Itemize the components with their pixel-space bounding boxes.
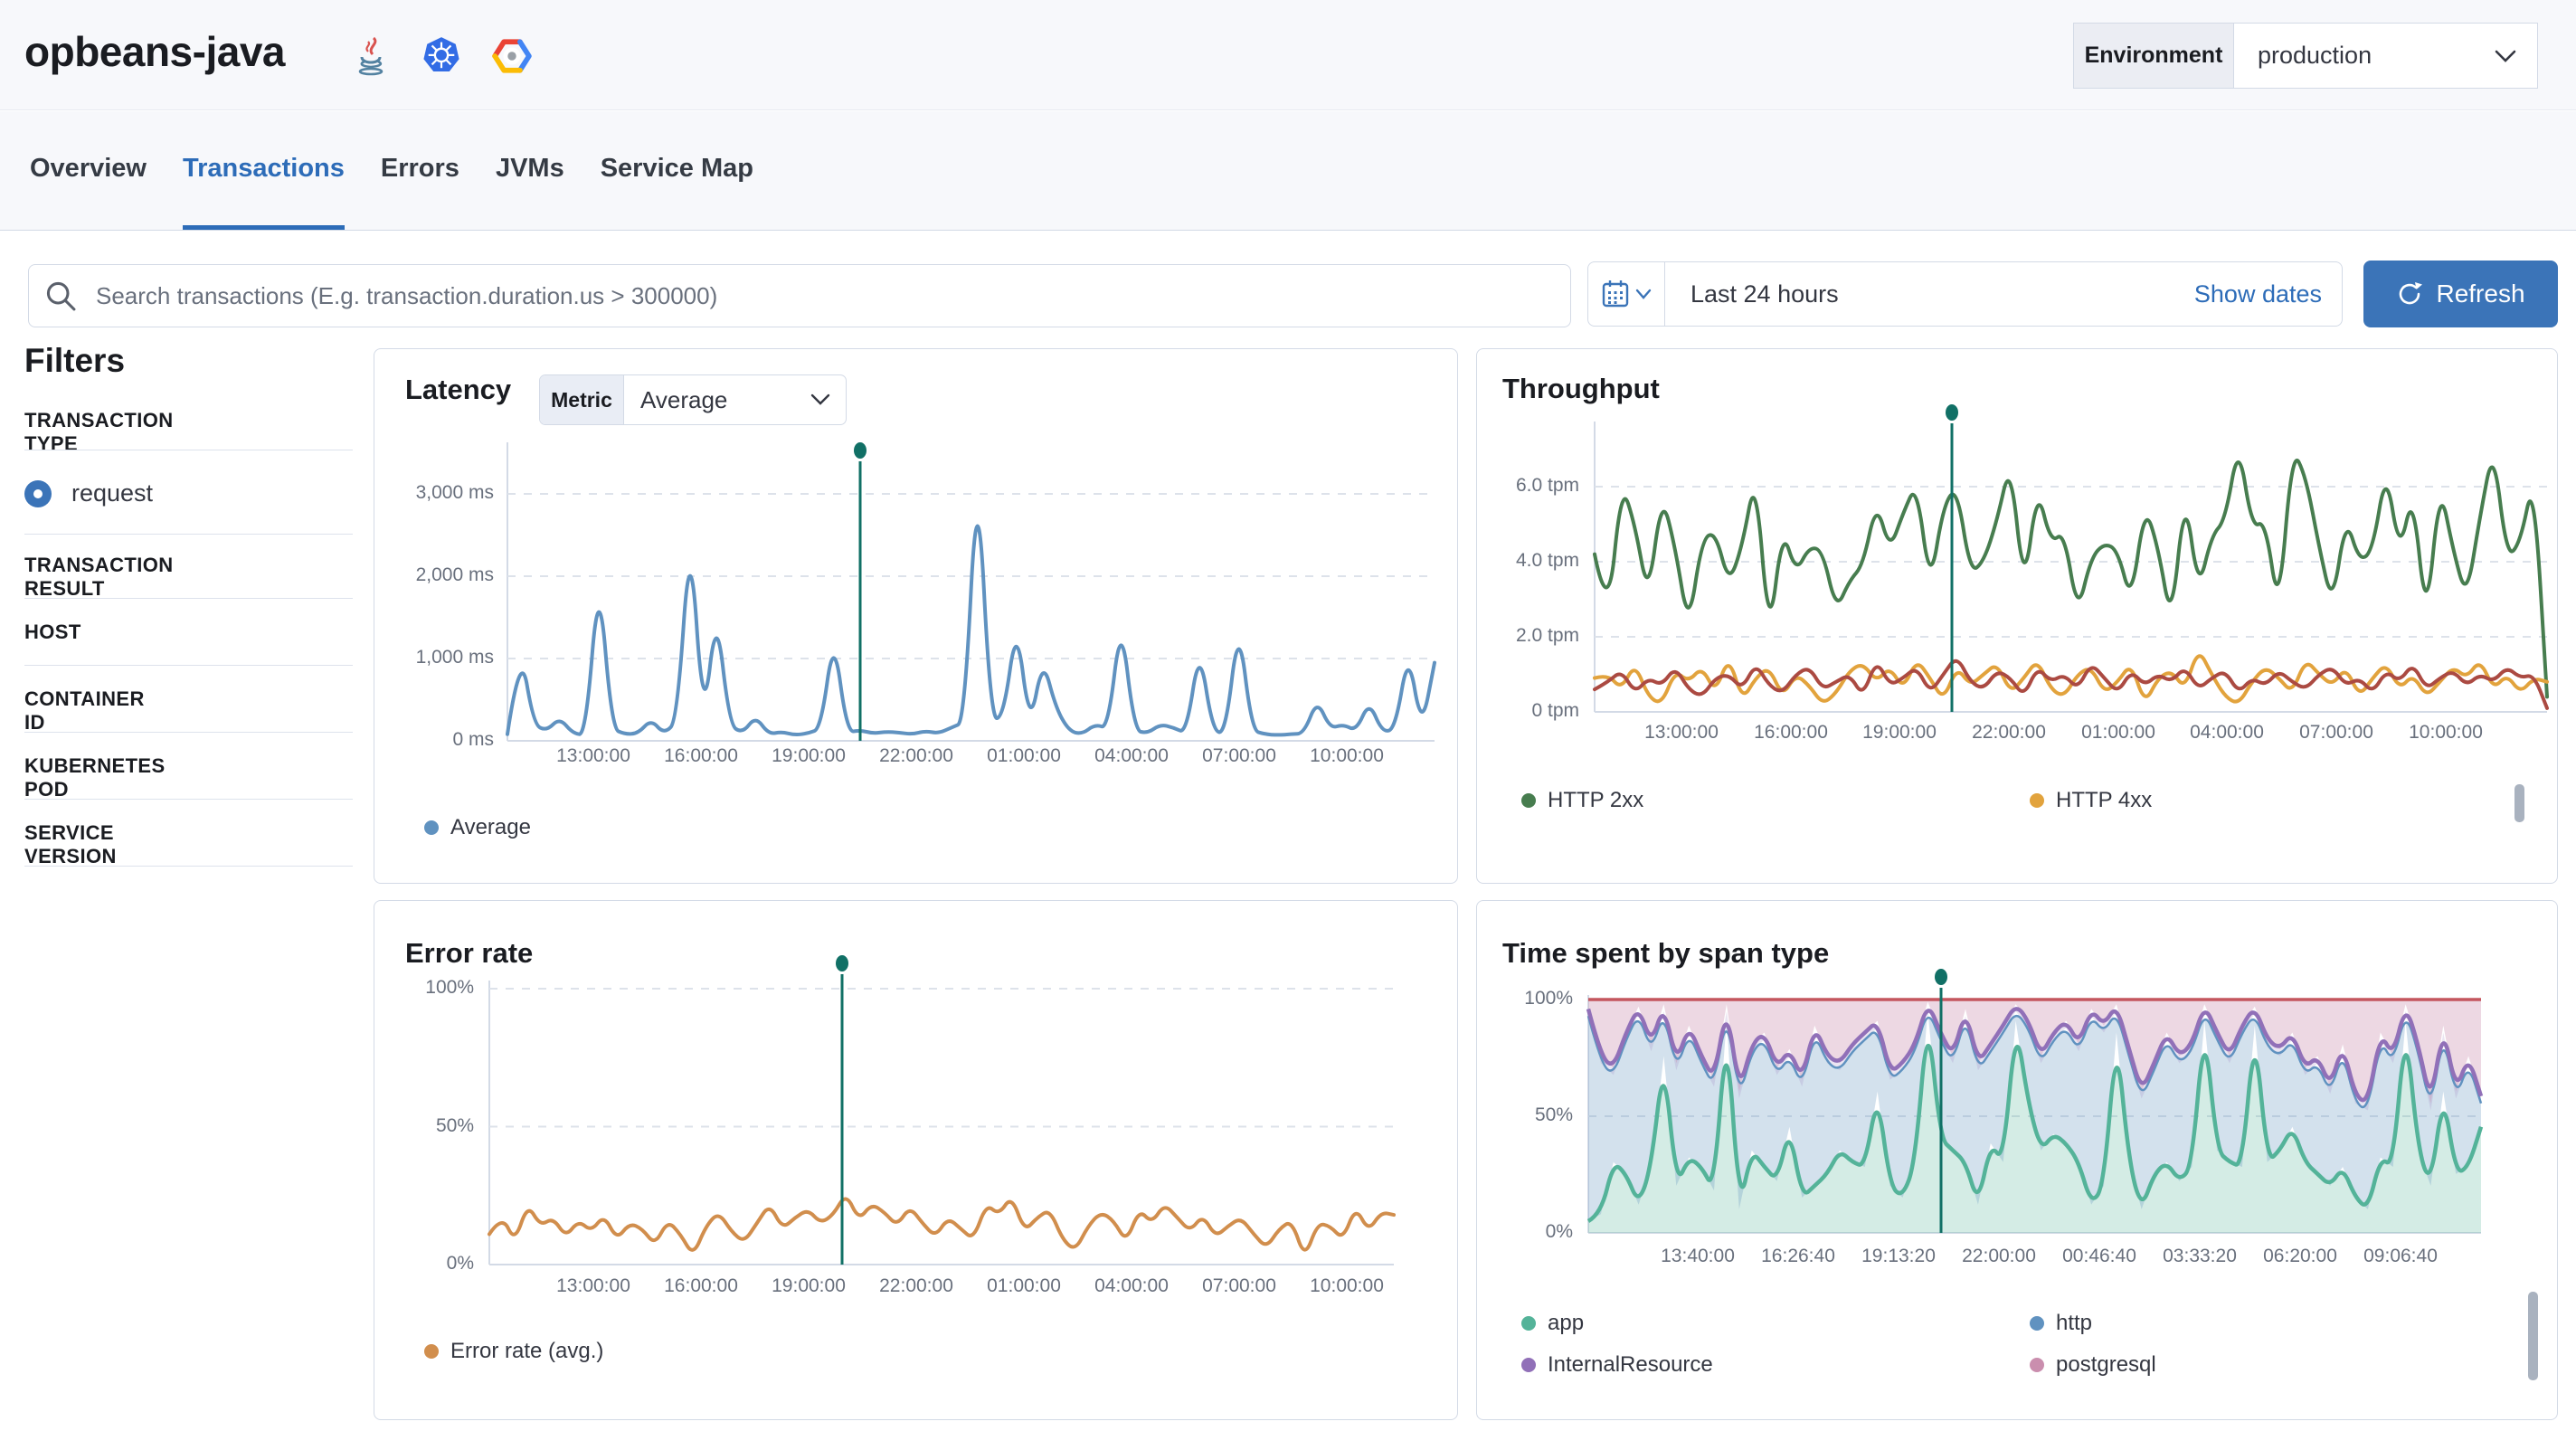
x-axis-tick-label: 19:00:00 bbox=[1836, 722, 1963, 744]
legend-item-average[interactable]: Average bbox=[424, 814, 531, 841]
environment-select-label: Environment bbox=[2074, 24, 2234, 88]
y-axis-tick-label: 6.0 tpm bbox=[1444, 475, 1579, 497]
refresh-icon bbox=[2396, 280, 2423, 308]
legend-item-http[interactable]: http bbox=[2030, 1310, 2092, 1337]
tab-transactions[interactable]: Transactions bbox=[183, 111, 345, 230]
x-axis-tick-label: 10:00:00 bbox=[1283, 1275, 1410, 1297]
legend-label: Error rate (avg.) bbox=[450, 1339, 603, 1364]
chevron-down-icon bbox=[1635, 288, 1652, 300]
chevron-down-icon bbox=[2494, 24, 2537, 88]
x-axis-tick-label: 22:00:00 bbox=[1946, 722, 2072, 744]
legend-item-postgresql[interactable]: postgresql bbox=[2030, 1351, 2156, 1379]
x-axis-tick-label: 01:00:00 bbox=[2055, 722, 2182, 744]
time-range-label[interactable]: Last 24 hours bbox=[1690, 280, 1839, 308]
legend-label: Average bbox=[450, 815, 531, 840]
search-input[interactable] bbox=[28, 264, 1571, 327]
environment-select[interactable]: Environment production bbox=[2073, 23, 2538, 89]
search-icon bbox=[44, 280, 79, 314]
legend-item-http-2xx[interactable]: HTTP 2xx bbox=[1521, 787, 1643, 814]
legend-label: InternalResource bbox=[1548, 1352, 1713, 1378]
time-spent-chart-canvas[interactable] bbox=[1477, 901, 2559, 1421]
legend-label: app bbox=[1548, 1311, 1584, 1336]
filter-option-request[interactable]: request bbox=[24, 479, 153, 507]
google-cloud-icon bbox=[492, 36, 532, 76]
y-axis-tick-label: 0 tpm bbox=[1444, 700, 1579, 722]
legend-dot-icon bbox=[2030, 1358, 2044, 1372]
page-header: opbeans-java Environment production bbox=[0, 0, 2576, 110]
tab-service-map[interactable]: Service Map bbox=[601, 111, 753, 230]
environment-select-value: production bbox=[2234, 24, 2494, 88]
y-axis-tick-label: 50% bbox=[338, 1115, 474, 1137]
java-icon bbox=[353, 36, 393, 76]
y-axis-tick-label: 1,000 ms bbox=[358, 647, 494, 668]
x-axis-tick-label: 07:00:00 bbox=[2273, 722, 2400, 744]
x-axis-tick-label: 09:06:40 bbox=[2337, 1246, 2464, 1267]
calendar-icon bbox=[1601, 279, 1630, 309]
y-axis-tick-label: 0% bbox=[1437, 1221, 1573, 1243]
legend-dot-icon bbox=[1521, 1316, 1536, 1331]
refresh-button[interactable]: Refresh bbox=[2363, 261, 2558, 327]
date-picker: Last 24 hours Show dates bbox=[1587, 261, 2343, 327]
legend-dot-icon bbox=[1521, 793, 1536, 808]
time-spent-by-span-type-panel: Time spent by span type app http Interna… bbox=[1476, 900, 2558, 1420]
calendar-button[interactable] bbox=[1588, 262, 1665, 326]
search-transactions-field bbox=[28, 264, 1571, 327]
divider bbox=[24, 799, 353, 800]
latency-panel: Latency Metric Average Average 13:00:001… bbox=[374, 348, 1458, 884]
x-axis-tick-label: 04:00:00 bbox=[2164, 722, 2290, 744]
x-axis-tick-label: 10:00:00 bbox=[1283, 745, 1410, 767]
divider bbox=[24, 866, 353, 867]
y-axis-tick-label: 3,000 ms bbox=[358, 482, 494, 504]
service-name-title: opbeans-java bbox=[24, 27, 285, 76]
filter-section-kubernetes-pod: KUBERNETES POD bbox=[24, 754, 166, 801]
legend-item-app[interactable]: app bbox=[1521, 1310, 1584, 1337]
legend-label: http bbox=[2056, 1311, 2092, 1336]
legend-dot-icon bbox=[2030, 1316, 2044, 1331]
divider bbox=[24, 665, 353, 666]
y-axis-tick-label: 2,000 ms bbox=[358, 564, 494, 586]
legend-scrollbar[interactable] bbox=[2528, 1292, 2538, 1380]
legend-scrollbar[interactable] bbox=[2514, 784, 2524, 822]
divider bbox=[24, 534, 353, 535]
legend-dot-icon bbox=[424, 1344, 439, 1359]
legend-dot-icon bbox=[1521, 1358, 1536, 1372]
filter-option-label: request bbox=[71, 479, 153, 507]
legend-dot-icon bbox=[2030, 793, 2044, 808]
filter-section-container-id: CONTAINER ID bbox=[24, 687, 145, 734]
y-axis-tick-label: 0% bbox=[338, 1253, 474, 1275]
error-rate-panel: Error rate Error rate (avg.) 13:00:0016:… bbox=[374, 900, 1458, 1420]
filter-section-host: HOST bbox=[24, 621, 81, 644]
divider bbox=[24, 598, 353, 599]
show-dates-link[interactable]: Show dates bbox=[2194, 280, 2322, 308]
x-axis-tick-label: 13:00:00 bbox=[1618, 722, 1745, 744]
y-axis-tick-label: 100% bbox=[338, 977, 474, 999]
service-tabs: Overview Transactions Errors JVMs Servic… bbox=[0, 111, 2576, 231]
y-axis-tick-label: 100% bbox=[1437, 988, 1573, 1009]
legend-label: HTTP 4xx bbox=[2056, 788, 2152, 813]
refresh-button-label: Refresh bbox=[2436, 280, 2524, 308]
tab-overview[interactable]: Overview bbox=[30, 111, 147, 230]
throughput-panel: Throughput HTTP 2xx HTTP 4xx 13:00:0016:… bbox=[1476, 348, 2558, 884]
legend-item-internalresource[interactable]: InternalResource bbox=[1521, 1351, 1713, 1379]
filters-title: Filters bbox=[24, 342, 125, 380]
filter-section-transaction-result: TRANSACTION RESULT bbox=[24, 554, 174, 601]
divider bbox=[24, 732, 353, 733]
legend-item-error-rate[interactable]: Error rate (avg.) bbox=[424, 1338, 603, 1365]
tab-jvms[interactable]: JVMs bbox=[496, 111, 564, 230]
y-axis-tick-label: 2.0 tpm bbox=[1444, 625, 1579, 647]
x-axis-tick-label: 10:00:00 bbox=[2382, 722, 2509, 744]
radio-selected-icon[interactable] bbox=[24, 480, 52, 507]
y-axis-tick-label: 4.0 tpm bbox=[1444, 550, 1579, 572]
kubernetes-icon bbox=[421, 36, 461, 76]
x-axis-tick-label: 16:00:00 bbox=[1728, 722, 1854, 744]
filter-section-service-version: SERVICE VERSION bbox=[24, 821, 117, 868]
legend-label: HTTP 2xx bbox=[1548, 788, 1643, 813]
legend-dot-icon bbox=[424, 820, 439, 835]
y-axis-tick-label: 50% bbox=[1437, 1104, 1573, 1126]
latency-chart-canvas[interactable] bbox=[374, 349, 1459, 885]
legend-item-http-4xx[interactable]: HTTP 4xx bbox=[2030, 787, 2152, 814]
legend-label: postgresql bbox=[2056, 1352, 2156, 1378]
y-axis-tick-label: 0 ms bbox=[358, 729, 494, 751]
tab-errors[interactable]: Errors bbox=[381, 111, 459, 230]
